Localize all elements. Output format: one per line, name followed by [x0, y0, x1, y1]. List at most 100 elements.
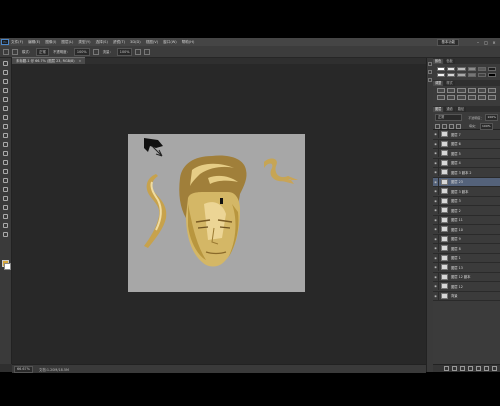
- swatch[interactable]: [437, 67, 446, 71]
- layer-row[interactable]: ◉ 图层 7: [433, 130, 500, 140]
- layer-row[interactable]: ◉ 背景: [433, 291, 500, 301]
- channel-mixer-icon[interactable]: [467, 95, 476, 100]
- invert-icon[interactable]: [477, 95, 486, 100]
- eyedropper-tool-icon[interactable]: [2, 105, 9, 112]
- photo-filter-icon[interactable]: [457, 95, 466, 100]
- swatch[interactable]: [467, 73, 476, 77]
- visibility-eye-icon[interactable]: ◉: [433, 139, 439, 148]
- layer-row[interactable]: ◉ 图层 10: [433, 225, 500, 235]
- layer-row[interactable]: ◉ 图层 3: [433, 196, 500, 206]
- visibility-eye-icon[interactable]: ◉: [433, 215, 439, 224]
- layer-style-icon[interactable]: [452, 366, 457, 371]
- move-tool-icon[interactable]: [2, 60, 9, 67]
- layer-row[interactable]: ◉ 图层 12 副本: [433, 272, 500, 282]
- visibility-eye-icon[interactable]: ◉: [433, 149, 439, 158]
- image-canvas[interactable]: [128, 134, 305, 292]
- swatch[interactable]: [487, 73, 496, 77]
- swatch[interactable]: [437, 73, 446, 77]
- visibility-eye-icon[interactable]: ◉: [433, 130, 439, 139]
- swatch[interactable]: [477, 67, 486, 71]
- menu-filter[interactable]: 滤镜(T): [113, 40, 125, 45]
- layer-row[interactable]: ◉ 图层 5: [433, 149, 500, 159]
- visibility-eye-icon[interactable]: ◉: [433, 196, 439, 205]
- info-panel-icon[interactable]: [428, 78, 432, 82]
- layer-row[interactable]: ◉ 图层 8: [433, 244, 500, 254]
- history-panel-icon[interactable]: [428, 62, 432, 66]
- close-icon[interactable]: ×: [491, 40, 497, 45]
- type-tool-icon[interactable]: [2, 195, 9, 202]
- lock-all-icon[interactable]: [456, 123, 461, 129]
- link-layers-icon[interactable]: [444, 366, 449, 371]
- swatch[interactable]: [447, 73, 456, 77]
- maximize-icon[interactable]: □: [483, 40, 489, 45]
- menu-select[interactable]: 选择(S): [96, 40, 108, 45]
- layer-row[interactable]: ◉ 图层 12: [433, 282, 500, 292]
- workspace-select[interactable]: 基本功能: [437, 38, 459, 46]
- mode-select[interactable]: 正常: [36, 47, 49, 56]
- layer-row[interactable]: ◉ 图层 23: [433, 177, 500, 187]
- visibility-eye-icon[interactable]: ◉: [433, 272, 439, 281]
- layer-row[interactable]: ◉ 图层 2: [433, 206, 500, 216]
- shape-tool-icon[interactable]: [2, 213, 9, 220]
- new-layer-icon[interactable]: [484, 366, 489, 371]
- document-info[interactable]: 文档:1.20M/18.5M: [39, 367, 69, 372]
- swatch[interactable]: [457, 67, 466, 71]
- document-workspace[interactable]: [12, 64, 426, 364]
- airbrush-icon[interactable]: [135, 48, 142, 55]
- visibility-eye-icon[interactable]: ◉: [433, 187, 439, 196]
- blur-tool-icon[interactable]: [2, 168, 9, 175]
- menu-type[interactable]: 类型(Y): [78, 40, 90, 45]
- layer-row[interactable]: ◉ 图层 11: [433, 215, 500, 225]
- menu-window[interactable]: 窗口(W): [163, 40, 177, 45]
- swatch[interactable]: [447, 67, 456, 71]
- hand-tool-icon[interactable]: [2, 222, 9, 229]
- swatch[interactable]: [477, 73, 486, 77]
- black-white-icon[interactable]: [447, 95, 456, 100]
- layer-row[interactable]: ◉ 图层 1: [433, 253, 500, 263]
- swatch[interactable]: [467, 67, 476, 71]
- visibility-eye-icon[interactable]: ◉: [433, 282, 439, 291]
- blend-mode-select[interactable]: 正常: [435, 114, 463, 121]
- levels-icon[interactable]: [447, 88, 456, 93]
- menu-image[interactable]: 图像(I): [45, 40, 56, 45]
- fill-field[interactable]: 100%: [480, 122, 493, 130]
- pressure-opacity-icon[interactable]: [92, 48, 99, 55]
- visibility-eye-icon[interactable]: ◉: [433, 234, 439, 243]
- new-group-icon[interactable]: [476, 366, 481, 371]
- layer-row[interactable]: ◉ 图层 9: [433, 234, 500, 244]
- visibility-eye-icon[interactable]: ◉: [433, 291, 439, 300]
- path-select-tool-icon[interactable]: [2, 204, 9, 211]
- properties-panel-icon[interactable]: [428, 70, 432, 74]
- tab-styles[interactable]: 样式: [444, 81, 455, 86]
- curves-icon[interactable]: [457, 88, 466, 93]
- tab-paths[interactable]: 路径: [455, 107, 467, 112]
- minimize-icon[interactable]: –: [475, 40, 481, 45]
- layer-row[interactable]: ◉ 图层 4: [433, 158, 500, 168]
- visibility-eye-icon[interactable]: ◉: [433, 225, 439, 234]
- gradient-tool-icon[interactable]: [2, 159, 9, 166]
- lock-pixels-icon[interactable]: [442, 123, 447, 129]
- menu-help[interactable]: 帮助(H): [182, 40, 195, 45]
- lock-transparency-icon[interactable]: [435, 123, 440, 129]
- visibility-eye-icon[interactable]: ◉: [433, 177, 439, 186]
- healing-brush-tool-icon[interactable]: [2, 114, 9, 121]
- tab-adjustments[interactable]: 调整: [433, 81, 444, 86]
- opacity-field[interactable]: 100%: [73, 47, 90, 56]
- brightness-contrast-icon[interactable]: [437, 88, 446, 93]
- layer-row[interactable]: ◉ 图层 3 副本: [433, 187, 500, 197]
- lock-position-icon[interactable]: [449, 123, 454, 129]
- tab-channels[interactable]: 通道: [444, 107, 455, 112]
- gradient-map-icon[interactable]: [487, 95, 496, 100]
- visibility-eye-icon[interactable]: ◉: [433, 168, 439, 177]
- menu-layer[interactable]: 图层(L): [61, 40, 73, 45]
- color-balance-icon[interactable]: [437, 95, 446, 100]
- swatch[interactable]: [487, 67, 496, 71]
- menu-edit[interactable]: 编辑(E): [28, 40, 40, 45]
- tab-layers[interactable]: 图层: [433, 107, 444, 112]
- layer-row[interactable]: ◉ 图层 3 副本 2: [433, 168, 500, 178]
- delete-layer-icon[interactable]: [492, 366, 497, 371]
- menu-file[interactable]: 文件(F): [11, 40, 23, 45]
- add-mask-icon[interactable]: [460, 366, 465, 371]
- layer-row[interactable]: ◉ 图层 6: [433, 139, 500, 149]
- zoom-field[interactable]: 66.67%: [14, 365, 33, 373]
